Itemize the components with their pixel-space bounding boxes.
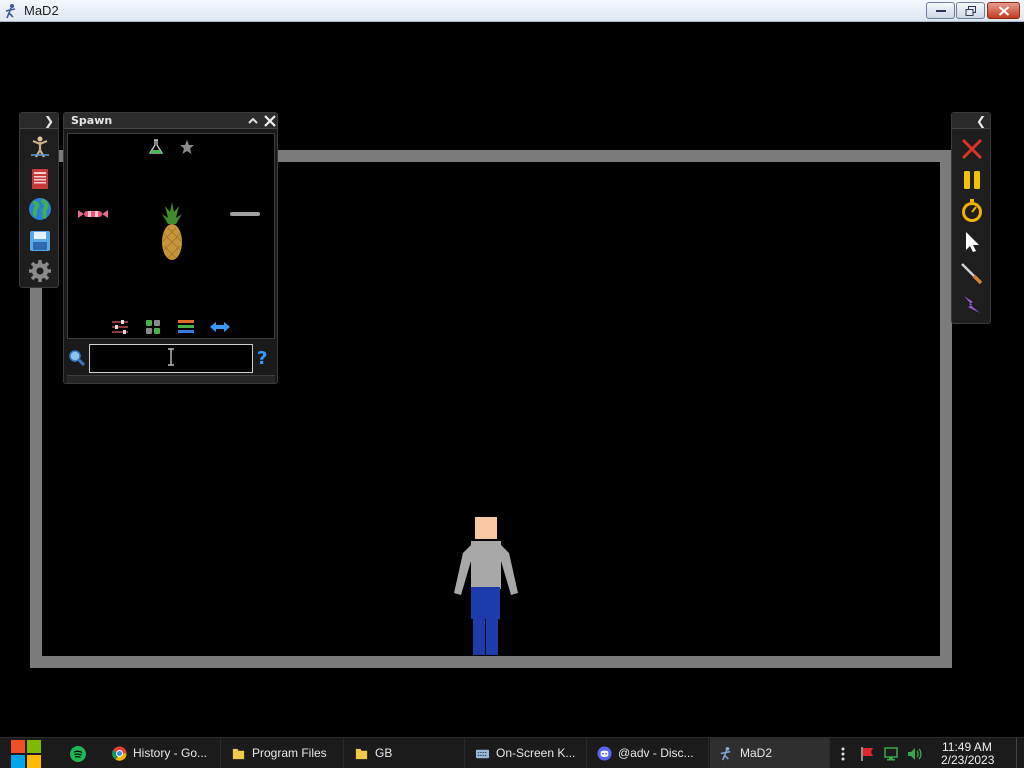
pineapple-icon[interactable] bbox=[160, 202, 184, 264]
star-icon[interactable] bbox=[179, 139, 195, 155]
character-hips bbox=[471, 587, 500, 619]
spawn-item-grid bbox=[67, 133, 275, 339]
taskbar-item-label: Program Files bbox=[252, 746, 327, 760]
character-right-leg bbox=[486, 617, 498, 655]
search-icon bbox=[69, 350, 86, 367]
mad2-app-icon bbox=[5, 4, 16, 19]
clock-date[interactable]: 2/23/2023 bbox=[941, 753, 994, 767]
keyboard-icon bbox=[475, 749, 490, 759]
taskbar-item-on-screen-keyboard[interactable]: On-Screen K... bbox=[466, 738, 587, 768]
character-right-arm bbox=[501, 545, 518, 595]
character-torso bbox=[471, 541, 501, 589]
restore-button[interactable] bbox=[956, 2, 985, 19]
taskbar-item-label: @adv - Disc... bbox=[618, 746, 694, 760]
volume-icon[interactable] bbox=[906, 746, 922, 762]
lightning-icon[interactable] bbox=[960, 292, 984, 316]
character-left-arm bbox=[454, 545, 471, 595]
minimize-icon bbox=[935, 9, 946, 12]
book-icon[interactable] bbox=[28, 167, 52, 191]
ragdoll-icon[interactable] bbox=[28, 135, 52, 159]
character-head bbox=[475, 517, 497, 539]
mad2-icon bbox=[720, 746, 731, 761]
spawn-panel-title: Spawn bbox=[71, 114, 113, 127]
bar-icon[interactable] bbox=[230, 211, 260, 217]
taskbar: History - Go... Program Files GB On-Scre… bbox=[0, 737, 1024, 768]
grid-view-icon[interactable] bbox=[144, 320, 162, 334]
taskbar-item-mad2[interactable]: MaD2 bbox=[710, 738, 830, 768]
spawn-panel-header[interactable]: Spawn bbox=[64, 113, 277, 129]
close-window-button[interactable] bbox=[987, 2, 1020, 19]
knife-icon[interactable] bbox=[960, 261, 984, 285]
help-icon[interactable]: ? bbox=[257, 348, 267, 369]
left-toolbar: ❯ bbox=[19, 112, 59, 288]
minimize-button[interactable] bbox=[926, 2, 955, 19]
taskbar-item-chrome[interactable]: History - Go... bbox=[103, 738, 221, 768]
network-icon[interactable] bbox=[883, 746, 899, 762]
globe-icon[interactable] bbox=[28, 197, 52, 221]
collapse-left-chevron-icon[interactable]: ❮ bbox=[976, 114, 986, 128]
window-title: MaD2 bbox=[24, 3, 59, 18]
expand-chevron-icon[interactable]: ❯ bbox=[44, 114, 54, 128]
action-center-flag-icon[interactable] bbox=[859, 746, 875, 762]
show-desktop-button[interactable] bbox=[1016, 738, 1024, 768]
right-toolbar-header: ❮ bbox=[952, 113, 990, 129]
folder-icon bbox=[232, 748, 245, 760]
tray-overflow-icon[interactable] bbox=[839, 746, 847, 762]
clock-time[interactable]: 11:49 AM bbox=[942, 740, 992, 754]
discord-icon bbox=[597, 746, 612, 761]
window-titlebar[interactable]: MaD2 bbox=[0, 0, 1024, 22]
cursor-icon[interactable] bbox=[960, 230, 984, 254]
character-left-leg bbox=[473, 617, 485, 655]
taskbar-item-label: GB bbox=[375, 746, 393, 760]
pause-icon[interactable] bbox=[960, 168, 984, 192]
filter-sliders-icon[interactable] bbox=[111, 320, 129, 334]
folder-icon bbox=[355, 748, 368, 760]
taskbar-item-program-files[interactable]: Program Files bbox=[222, 738, 344, 768]
collapse-chevron-icon[interactable] bbox=[245, 113, 261, 129]
taskbar-item-label: On-Screen K... bbox=[496, 746, 576, 760]
stopwatch-icon[interactable] bbox=[960, 199, 984, 223]
spawn-panel: Spawn ? bbox=[63, 112, 278, 384]
left-toolbar-header: ❯ bbox=[20, 113, 58, 129]
taskbar-item-label: History - Go... bbox=[133, 746, 208, 760]
chrome-icon bbox=[112, 746, 127, 761]
close-icon bbox=[998, 5, 1009, 16]
restore-icon bbox=[965, 5, 976, 16]
taskbar-item-discord[interactable]: @adv - Disc... bbox=[588, 738, 709, 768]
taskbar-item-label: MaD2 bbox=[740, 746, 773, 760]
list-view-icon[interactable] bbox=[177, 320, 195, 334]
spotify-icon[interactable] bbox=[70, 746, 86, 762]
app-root: MaD2 ❯ Spawn ? ❮ History - Go... Program… bbox=[0, 0, 1024, 768]
taskbar-item-gb[interactable]: GB bbox=[345, 738, 465, 768]
right-toolbar: ❮ bbox=[951, 112, 991, 324]
swap-arrows-icon[interactable] bbox=[209, 320, 231, 334]
settings-gear-icon[interactable] bbox=[28, 259, 52, 283]
spawn-panel-footer bbox=[67, 375, 275, 383]
ragdoll-character[interactable] bbox=[450, 517, 522, 655]
close-panel-icon[interactable] bbox=[262, 113, 278, 129]
text-cursor-icon bbox=[168, 348, 174, 366]
windows-start-icon[interactable] bbox=[10, 738, 42, 768]
save-icon[interactable] bbox=[28, 229, 52, 253]
candy-icon[interactable] bbox=[78, 209, 108, 219]
flask-icon[interactable] bbox=[148, 139, 164, 155]
delete-x-icon[interactable] bbox=[960, 137, 984, 161]
